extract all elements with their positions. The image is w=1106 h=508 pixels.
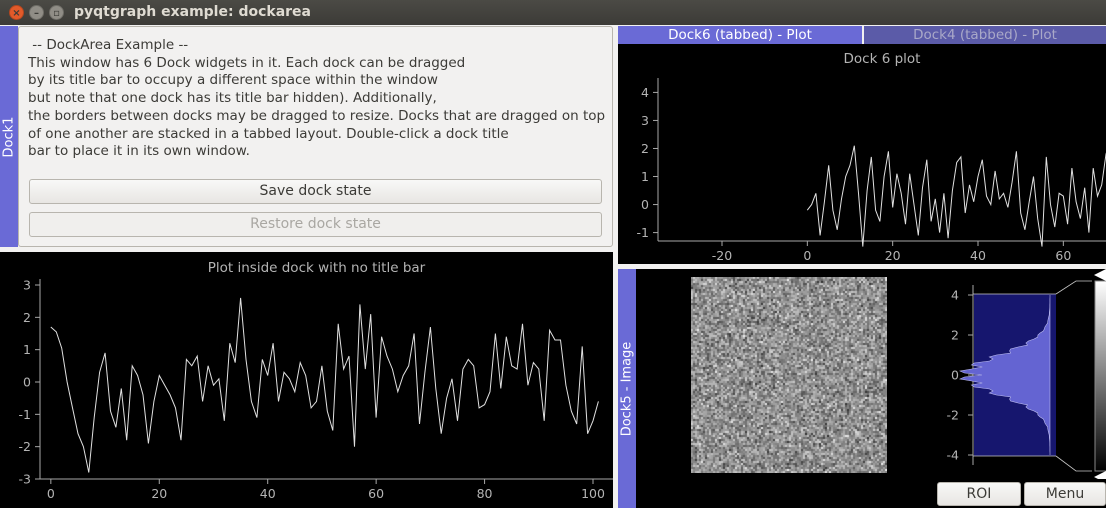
- tab-dock6[interactable]: Dock6 (tabbed) - Plot: [618, 26, 862, 44]
- no-title-dock-x-tick-label: 0: [47, 486, 55, 501]
- dock1-title-tab[interactable]: Dock1: [0, 26, 18, 247]
- menu-button[interactable]: Menu: [1024, 482, 1106, 506]
- histogram-tick-label: 4: [951, 288, 959, 303]
- dock6-plot[interactable]: Dock 6 plot -1 0 1 2 3 4 -20 0 20 40 60: [618, 44, 1106, 264]
- no-title-dock-chart[interactable]: Plot inside dock with no title bar -3 -2 -1…: [0, 252, 613, 508]
- dock6-x-tick-label: -20: [712, 248, 732, 263]
- dock6-series-line: [806, 145, 1106, 247]
- dock6-x-tick-label: 40: [970, 248, 986, 263]
- histogram-tick-label: 0: [951, 368, 959, 383]
- restore-dock-state-button[interactable]: Restore dock state: [29, 212, 602, 237]
- dock5-title-tab[interactable]: Dock5 - Image: [618, 269, 636, 508]
- no-title-dock-x-tick-label: 60: [368, 486, 384, 501]
- save-dock-state-button[interactable]: Save dock state: [29, 179, 602, 204]
- dock6-y-tick-label: 1: [641, 169, 649, 184]
- no-title-dock-y-tick-label: -2: [19, 439, 31, 454]
- dock6-x-tick-label: 0: [803, 248, 811, 263]
- dock5-label: Dock5 - Image: [619, 341, 635, 436]
- roi-button[interactable]: ROI: [937, 482, 1021, 506]
- dock6-y-tick-label: -1: [637, 225, 649, 240]
- dock-info-text: -- DockArea Example -- This window has 6…: [28, 37, 606, 160]
- histogram-lut-widget[interactable]: -4 -2 0 2 4: [936, 269, 1106, 479]
- histogram-tick-label: 2: [951, 328, 959, 343]
- no-title-dock-y-tick-label: 2: [23, 310, 31, 325]
- lut-bottom-handle-icon: [1094, 471, 1106, 479]
- dock6-x-tick-label: 20: [885, 248, 901, 263]
- no-title-dock-title: Plot inside dock with no title bar: [208, 260, 426, 276]
- maximize-window-button[interactable]: ▫: [49, 5, 64, 20]
- tab-dock4[interactable]: Dock4 (tabbed) - Plot: [864, 26, 1106, 44]
- dock6-y-tick-label: 4: [641, 85, 649, 100]
- dock6-y-tick-label: 0: [641, 197, 649, 212]
- no-title-dock-series-line: [50, 297, 599, 473]
- no-title-dock-x-tick-label: 100: [581, 486, 605, 501]
- close-window-button[interactable]: ×: [9, 5, 24, 20]
- dock-tab-bar: Dock6 (tabbed) - Plot Dock4 (tabbed) - P…: [618, 26, 1106, 44]
- dock5: Dock5 - Image -4 -2 0 2 4 ROI Menu: [618, 269, 1106, 508]
- window-title-bar: × – ▫ pyqtgraph example: dockarea: [0, 0, 1106, 25]
- dock1: Dock1 -- DockArea Example -- This window…: [0, 26, 613, 247]
- noise-image-view[interactable]: [691, 277, 887, 473]
- minimize-icon: –: [34, 8, 39, 19]
- no-title-dock-y-tick-label: -1: [19, 407, 31, 422]
- no-title-dock-plot[interactable]: Plot inside dock with no title bar -3 -2 -1…: [0, 252, 613, 508]
- lut-gradient-bar: [1094, 280, 1106, 472]
- histogram-tick-label: -2: [947, 408, 959, 423]
- close-icon: ×: [12, 8, 21, 19]
- dock6-x-tick-label: 60: [1055, 248, 1071, 263]
- no-title-dock-x-tick-label: 40: [260, 486, 276, 501]
- no-title-dock-y-tick-label: -3: [19, 472, 31, 487]
- histogram-tick-label: -4: [947, 448, 960, 463]
- no-title-dock-y-tick-label: 0: [23, 375, 31, 390]
- no-title-dock-x-tick-label: 80: [477, 486, 493, 501]
- no-title-dock-y-tick-label: 1: [23, 342, 31, 357]
- dock6-chart[interactable]: Dock 6 plot -1 0 1 2 3 4 -20 0 20 40 60: [618, 44, 1106, 264]
- minimize-window-button[interactable]: –: [29, 5, 44, 20]
- no-title-dock-x-tick-label: 20: [151, 486, 167, 501]
- dock1-content: -- DockArea Example -- This window has 6…: [18, 26, 613, 247]
- lut-top-connector: [1055, 280, 1092, 295]
- dock6-y-tick-label: 2: [641, 141, 649, 156]
- no-title-dock-y-tick-label: 3: [23, 278, 31, 293]
- lut-bottom-connector: [1055, 455, 1092, 472]
- dock6-title: Dock 6 plot: [844, 51, 921, 67]
- dock1-label: Dock1: [1, 116, 17, 157]
- window-title: pyqtgraph example: dockarea: [74, 4, 311, 20]
- maximize-icon: ▫: [53, 8, 60, 19]
- dock6-y-tick-label: 3: [641, 113, 649, 128]
- lut-top-handle-icon: [1094, 269, 1106, 281]
